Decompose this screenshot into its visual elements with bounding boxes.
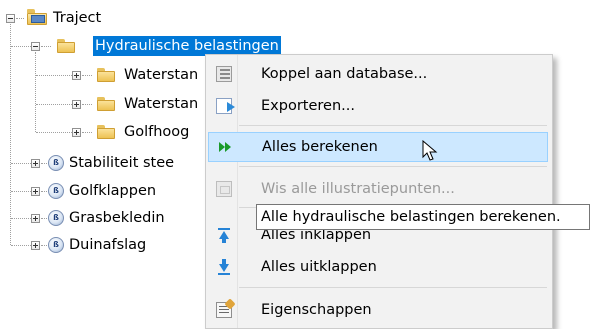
waterstand-1-expand-toggle[interactable]: [72, 71, 81, 80]
properties-icon: [216, 302, 232, 318]
tooltip: Alle hydraulische belastingen berekenen.: [256, 204, 590, 230]
failure-mechanism-icon: ß: [48, 237, 64, 253]
tree-node-grasbekleding[interactable]: Grasbekledin: [69, 208, 165, 228]
run-all-icon: [217, 139, 233, 155]
failure-mechanism-icon: ß: [48, 183, 64, 199]
tree-node-golfhoogte[interactable]: Golfhoog: [124, 122, 189, 142]
tree-node-waterstand-2[interactable]: Waterstan: [124, 94, 198, 114]
menu-item-alles-uitklappen[interactable]: Alles uitklappen: [206, 252, 552, 282]
menu-item-eigenschappen[interactable]: Eigenschappen: [206, 295, 552, 325]
clear-illustration-points-icon: [216, 181, 232, 197]
tree-node-stabiliteit[interactable]: Stabiliteit stee: [69, 153, 174, 173]
menu-item-label: Eigenschappen: [261, 302, 372, 318]
traject-icon: [27, 9, 47, 25]
root-collapse-toggle[interactable]: [6, 14, 15, 23]
menu-item-label: Exporteren...: [261, 98, 355, 114]
grasbekleding-expand-toggle[interactable]: [31, 214, 40, 223]
stabiliteit-expand-toggle[interactable]: [31, 159, 40, 168]
tree-node-waterstand-1[interactable]: Waterstan: [124, 65, 198, 85]
mouse-cursor-icon: [422, 140, 438, 161]
failure-mechanism-icon: ß: [48, 155, 64, 171]
hydraulische-collapse-toggle[interactable]: [31, 42, 40, 51]
tree-node-golfklappen[interactable]: Golfklappen: [69, 181, 156, 201]
expand-all-icon: [216, 259, 232, 275]
tree-node-hydraulische-belastingen[interactable]: Hydraulische belastingen: [93, 36, 281, 56]
context-menu: Koppel aan database... Exporteren... All…: [205, 54, 553, 329]
database-icon: [216, 66, 232, 82]
menu-item-koppel-aan-database[interactable]: Koppel aan database...: [206, 59, 552, 89]
menu-item-wis-alle-illustratiepunten[interactable]: Wis alle illustratiepunten...: [206, 174, 552, 204]
golfklappen-expand-toggle[interactable]: [31, 187, 40, 196]
menu-item-exporteren[interactable]: Exporteren...: [206, 91, 552, 121]
failure-mechanism-icon: ß: [48, 210, 64, 226]
folder-icon: [97, 125, 115, 139]
menu-item-label: Koppel aan database...: [261, 66, 428, 82]
waterstand-2-expand-toggle[interactable]: [72, 100, 81, 109]
tree-node-traject[interactable]: Traject: [53, 8, 101, 28]
folder-icon: [97, 97, 115, 111]
menu-item-label: Alles uitklappen: [261, 259, 377, 275]
folder-icon: [97, 68, 115, 82]
tree-node-duinafslag[interactable]: Duinafslag: [69, 235, 146, 255]
collapse-all-icon: [216, 227, 232, 243]
menu-item-alles-berekenen[interactable]: Alles berekenen: [208, 132, 548, 162]
menu-item-label: Alles berekenen: [262, 139, 378, 155]
golfhoogte-expand-toggle[interactable]: [72, 128, 81, 137]
duinafslag-expand-toggle[interactable]: [31, 241, 40, 250]
menu-item-label: Wis alle illustratiepunten...: [261, 181, 455, 197]
export-icon: [216, 98, 235, 114]
folder-icon: [57, 39, 75, 53]
